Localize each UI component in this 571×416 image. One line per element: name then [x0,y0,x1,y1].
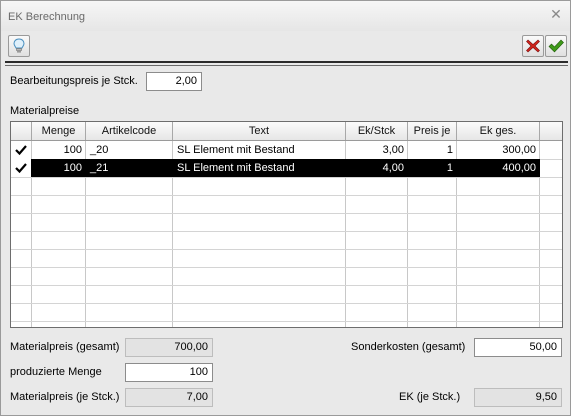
checkmark-icon[interactable] [13,160,29,176]
header-ek-stck[interactable]: Ek/Stck [346,122,408,140]
materialpreis-stck-label: Materialpreis (je Stck.) [10,391,120,403]
produzierte-menge-input[interactable]: 100 [125,363,213,382]
cell-ek-stck[interactable]: 4,00 [346,159,408,177]
red-x-icon [526,39,540,53]
header-ek-ges[interactable]: Ek ges. [457,122,540,140]
lightbulb-icon [13,38,25,53]
sonderkosten-label: Sonderkosten (gesamt) [351,341,466,353]
ek-stck-field: 9,50 [474,388,562,407]
hint-button[interactable] [8,35,30,57]
table-row[interactable]: 100 _20 SL Element mit Bestand 3,00 1 30… [11,141,540,159]
cell-ek-ges[interactable]: 400,00 [457,159,540,177]
sonderkosten-input[interactable]: 50,00 [474,338,562,357]
cell-ek-ges[interactable]: 300,00 [457,141,540,159]
window-title: EK Berechnung [8,11,86,23]
cell-ek-stck[interactable]: 3,00 [346,141,408,159]
header-preis-je[interactable]: Preis je [408,122,457,140]
cell-menge[interactable]: 100 [32,141,86,159]
header-text[interactable]: Text [173,122,346,140]
cancel-button[interactable] [522,35,544,57]
green-check-icon [548,39,564,53]
materialpreise-table[interactable]: Menge Artikelcode Text Ek/Stck Preis je … [10,121,563,328]
close-icon[interactable]: ✕ [549,8,563,22]
title-bar: EK Berechnung ✕ [1,1,570,31]
materialpreis-stck-field: 7,00 [125,388,213,407]
cell-preis-je[interactable]: 1 [408,141,457,159]
ek-stck-label: EK (je Stck.) [399,391,461,403]
cell-artikelcode[interactable]: _21 [86,159,173,177]
separator [5,61,568,63]
separator [5,65,568,66]
table-row-selected[interactable]: 100 _21 SL Element mit Bestand 4,00 1 40… [11,159,540,177]
header-menge[interactable]: Menge [32,122,86,140]
cell-menge[interactable]: 100 [32,159,86,177]
bearbeitungspreis-label: Bearbeitungspreis je Stck. [10,75,138,87]
cell-preis-je[interactable]: 1 [408,159,457,177]
table-header: Menge Artikelcode Text Ek/Stck Preis je … [11,122,562,141]
checkmark-icon[interactable] [13,142,29,158]
cell-artikelcode[interactable]: _20 [86,141,173,159]
dialog-window: EK Berechnung ✕ Bearbeitungspreis je Stc… [0,0,571,416]
header-filler [540,122,562,140]
toolbar [1,31,570,65]
cell-text[interactable]: SL Element mit Bestand [173,159,346,177]
header-artikelcode[interactable]: Artikelcode [86,122,173,140]
header-check [11,122,32,140]
bearbeitungspreis-input[interactable]: 2,00 [146,72,202,91]
ok-button[interactable] [545,35,567,57]
materialpreise-label: Materialpreise [10,105,80,117]
materialpreis-gesamt-field: 700,00 [125,338,213,357]
materialpreis-gesamt-label: Materialpreis (gesamt) [10,341,120,353]
cell-text[interactable]: SL Element mit Bestand [173,141,346,159]
produzierte-menge-label: produzierte Menge [10,366,102,378]
